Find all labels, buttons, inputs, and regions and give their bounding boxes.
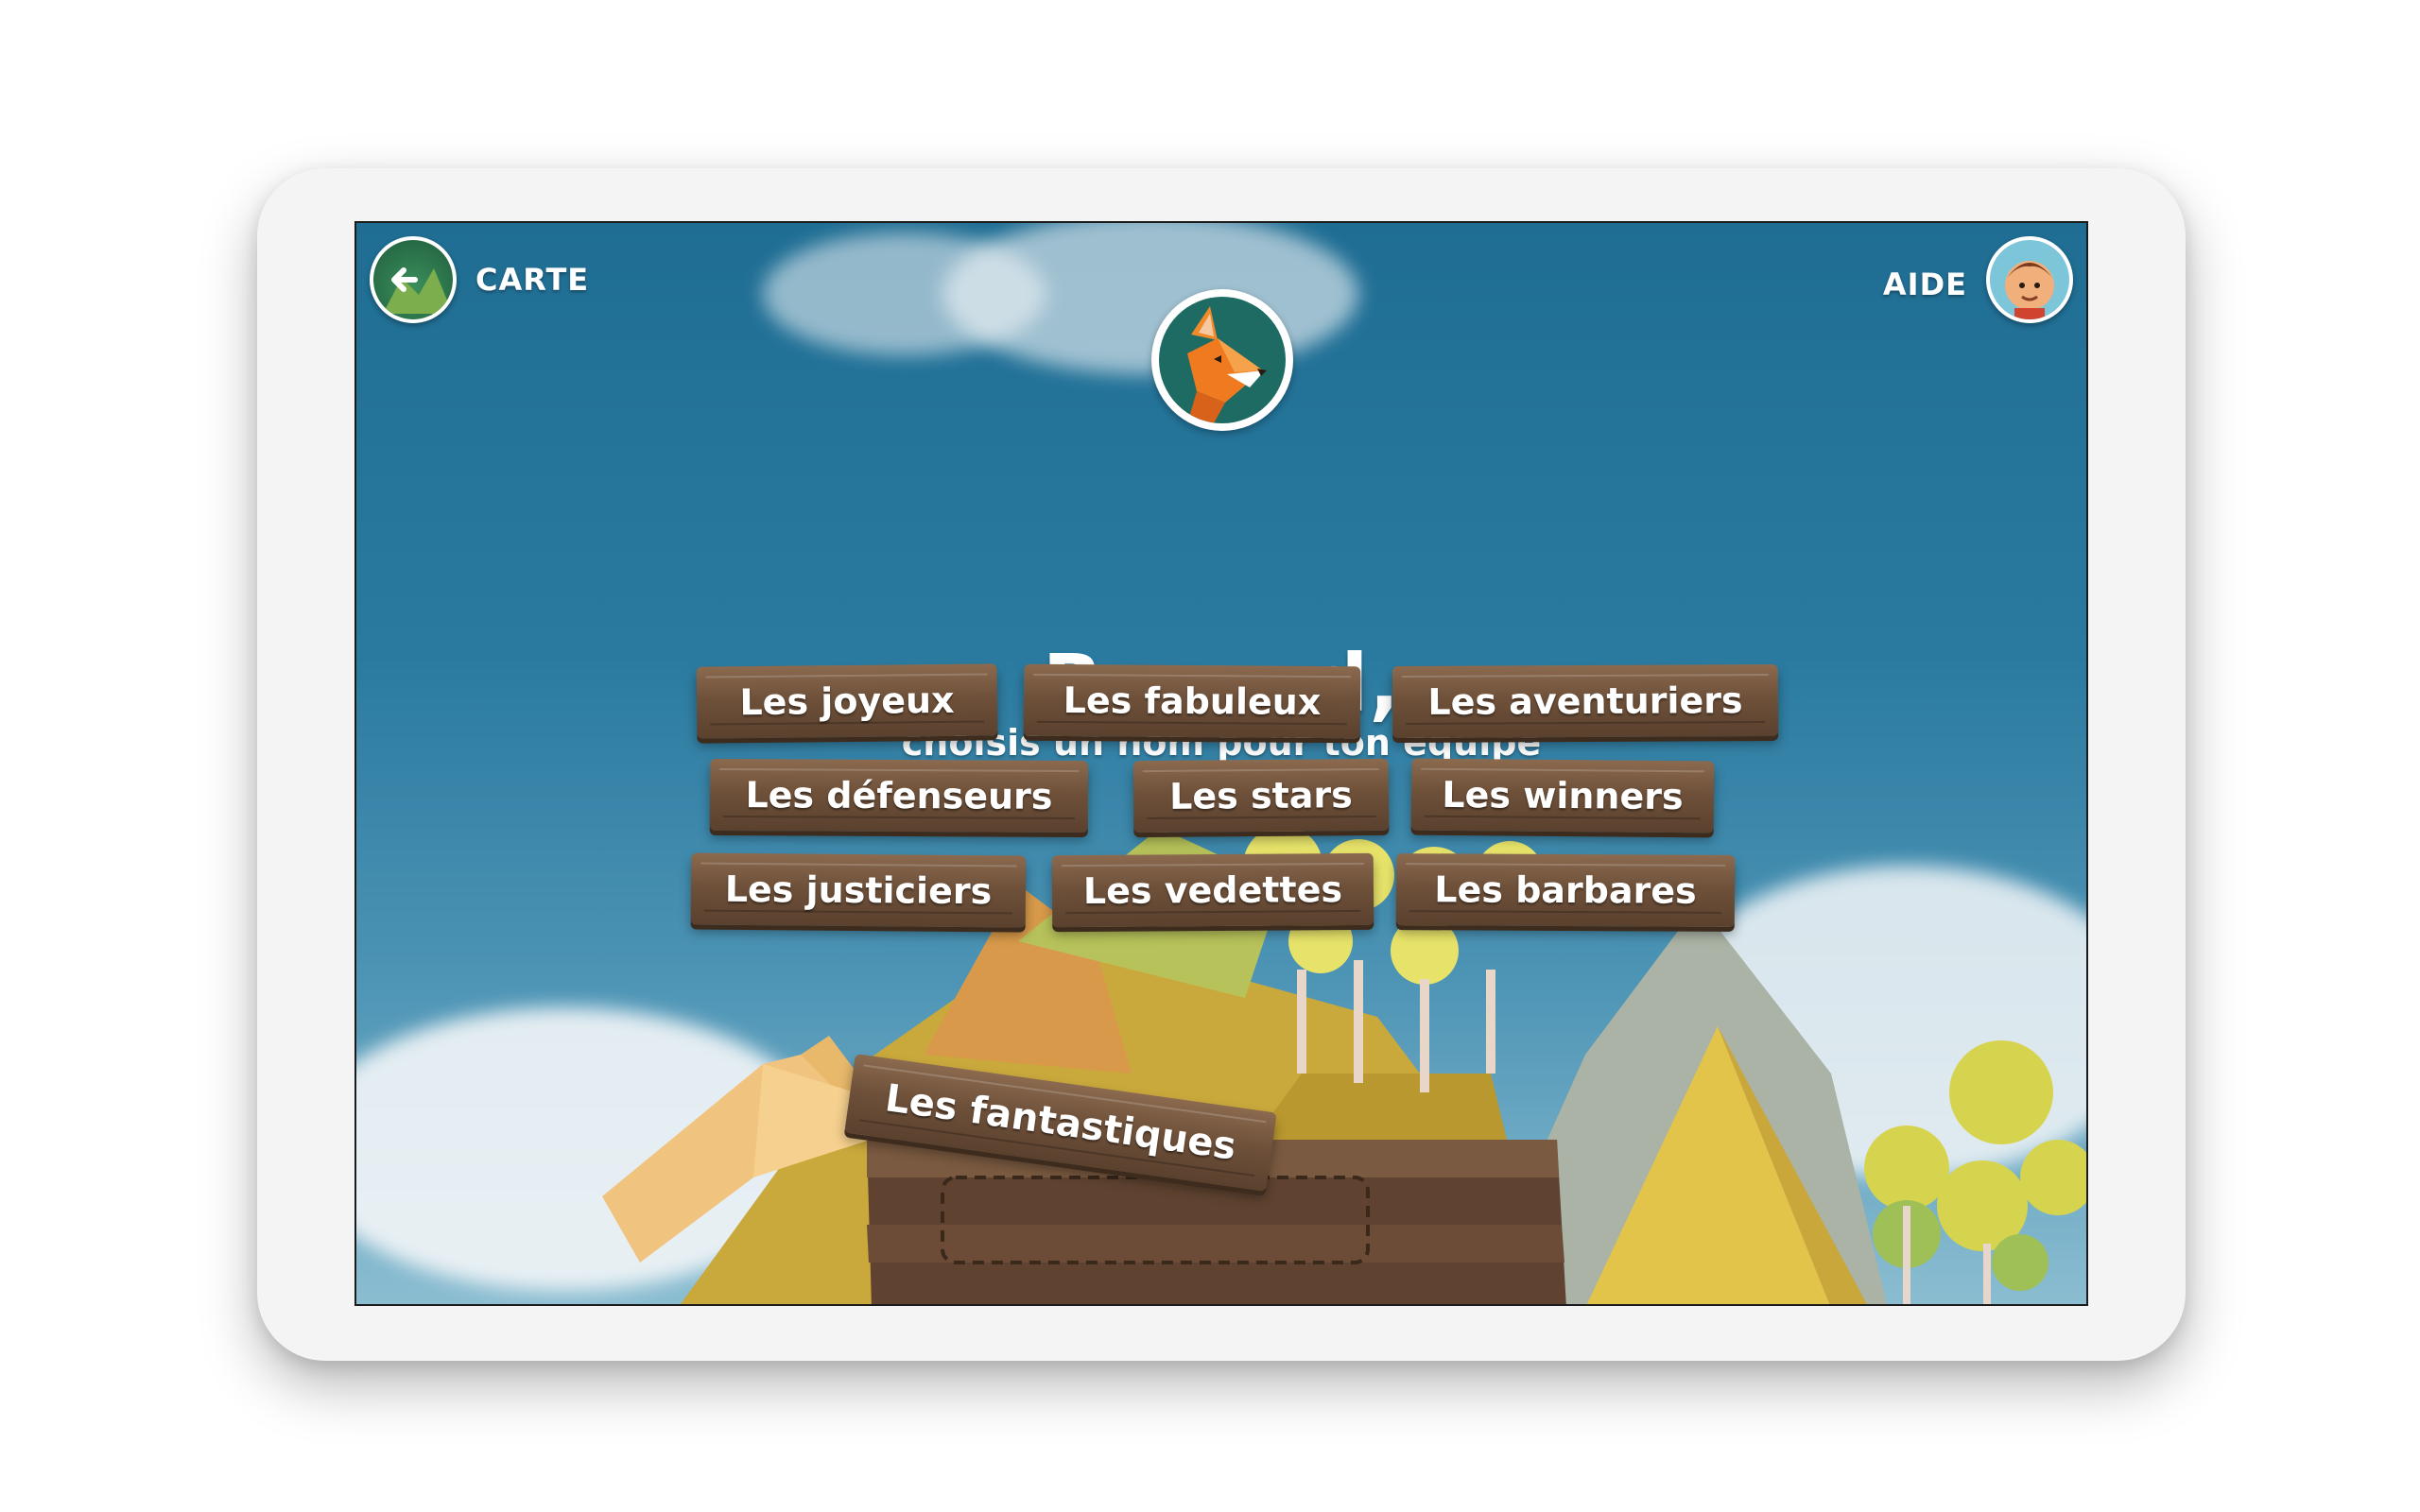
back-label: CARTE xyxy=(475,262,590,298)
team-name-option[interactable]: Les barbares xyxy=(1395,853,1736,927)
team-name-option[interactable]: Les stars xyxy=(1132,758,1390,833)
team-name-option[interactable]: Les défenseurs xyxy=(709,758,1089,833)
team-name-option[interactable]: Les fabuleux xyxy=(1023,663,1361,739)
fox-avatar-icon xyxy=(1159,297,1286,423)
team-name-option[interactable]: Les joyeux xyxy=(696,663,998,739)
team-name-option[interactable]: Les justiciers xyxy=(690,852,1027,928)
help-label: AIDE xyxy=(1882,266,1967,302)
help-button[interactable]: AIDE xyxy=(1883,236,2073,323)
team-name-option[interactable]: Les vedettes xyxy=(1051,852,1374,928)
arrow-left-icon xyxy=(383,267,453,314)
back-to-map-button[interactable]: CARTE xyxy=(370,236,589,323)
helper-character-icon xyxy=(1986,236,2073,323)
game-screen: CARTE AIDE choisis un nom pour ton équip… xyxy=(354,221,2088,1306)
player-avatar xyxy=(1151,289,1293,431)
team-name-option[interactable]: Les winners xyxy=(1410,758,1715,833)
map-thumbnail-icon xyxy=(370,236,457,323)
team-name-option[interactable]: Les aventuriers xyxy=(1392,663,1779,739)
